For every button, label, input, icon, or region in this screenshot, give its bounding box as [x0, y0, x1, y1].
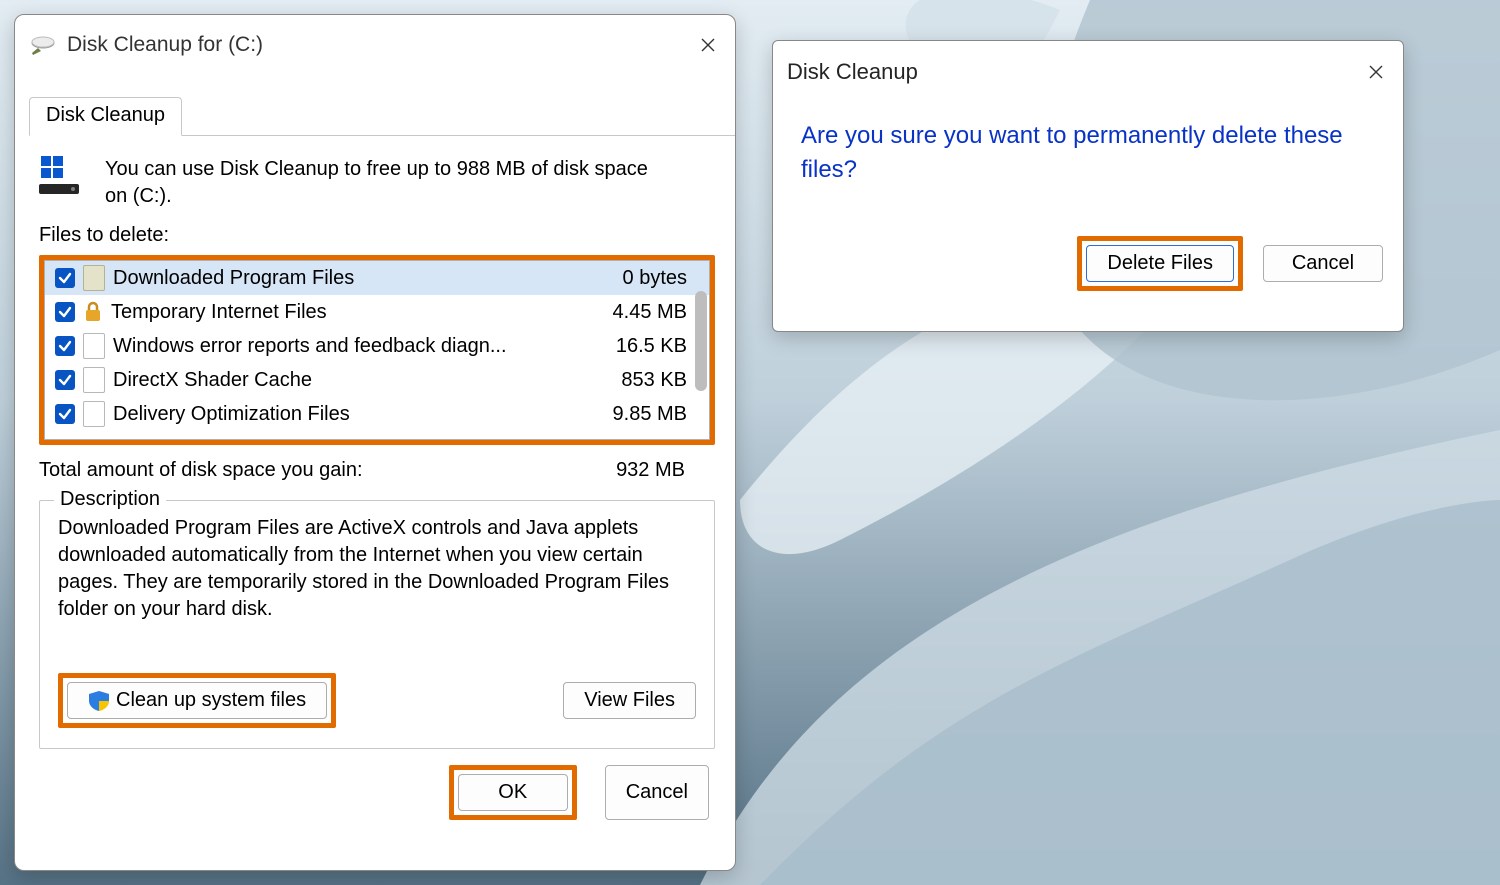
- disk-cleanup-window: Disk Cleanup for (C:) Disk Cleanup You c…: [14, 14, 736, 871]
- delete-files-highlight: Delete Files: [1077, 236, 1243, 291]
- confirm-title: Disk Cleanup: [787, 59, 1359, 85]
- description-legend: Description: [54, 488, 166, 511]
- file-icon: [83, 401, 105, 427]
- intro-row: You can use Disk Cleanup to free up to 9…: [39, 156, 715, 210]
- delete-files-button[interactable]: Delete Files: [1086, 245, 1234, 282]
- tabstrip: Disk Cleanup: [29, 97, 735, 136]
- files-to-delete-label: Files to delete:: [39, 224, 715, 247]
- close-icon[interactable]: [1359, 55, 1393, 89]
- file-size: 16.5 KB: [597, 335, 687, 358]
- total-label: Total amount of disk space you gain:: [39, 459, 363, 482]
- view-files-button[interactable]: View Files: [563, 682, 696, 719]
- file-list-highlight: Downloaded Program Files 0 bytes Temporary…: [39, 255, 715, 445]
- drive-icon: [39, 156, 85, 202]
- window-title: Disk Cleanup for (C:): [67, 33, 691, 57]
- file-icon: [83, 367, 105, 393]
- checkbox[interactable]: [55, 268, 75, 288]
- ok-button[interactable]: OK: [458, 774, 568, 811]
- file-row[interactable]: Windows error reports and feedback diagn…: [45, 329, 709, 363]
- file-size: 0 bytes: [597, 267, 687, 290]
- file-list[interactable]: Downloaded Program Files 0 bytes Temporary…: [44, 260, 710, 440]
- checkbox[interactable]: [55, 302, 75, 322]
- confirm-cancel-button[interactable]: Cancel: [1263, 245, 1383, 282]
- total-row: Total amount of disk space you gain: 932…: [39, 459, 715, 482]
- total-value: 932 MB: [616, 459, 685, 482]
- clean-system-files-button[interactable]: Clean up system files: [67, 682, 327, 719]
- file-name: Delivery Optimization Files: [113, 403, 589, 426]
- clean-system-files-label: Clean up system files: [116, 689, 306, 712]
- file-name: Windows error reports and feedback diagn…: [113, 335, 589, 358]
- confirm-question: Are you sure you want to permanently del…: [773, 97, 1403, 186]
- disk-icon: [29, 35, 57, 55]
- file-size: 4.45 MB: [597, 301, 687, 324]
- clean-system-highlight: Clean up system files: [58, 673, 336, 728]
- close-icon[interactable]: [691, 28, 725, 62]
- file-icon: [83, 333, 105, 359]
- file-name: Temporary Internet Files: [111, 301, 589, 324]
- description-group: Description Downloaded Program Files are…: [39, 500, 715, 749]
- checkbox[interactable]: [55, 404, 75, 424]
- file-name: DirectX Shader Cache: [113, 369, 589, 392]
- cancel-button[interactable]: Cancel: [605, 765, 709, 820]
- file-row[interactable]: DirectX Shader Cache 853 KB: [45, 363, 709, 397]
- checkbox[interactable]: [55, 336, 75, 356]
- file-row[interactable]: Temporary Internet Files 4.45 MB: [45, 295, 709, 329]
- intro-text: You can use Disk Cleanup to free up to 9…: [105, 156, 675, 210]
- checkbox[interactable]: [55, 370, 75, 390]
- lock-icon: [83, 300, 103, 324]
- file-size: 853 KB: [597, 369, 687, 392]
- description-text: Downloaded Program Files are ActiveX con…: [58, 515, 696, 623]
- ok-highlight: OK: [449, 765, 577, 820]
- folder-icon: [83, 265, 105, 291]
- titlebar: Disk Cleanup for (C:): [15, 15, 735, 69]
- file-row[interactable]: Delivery Optimization Files 9.85 MB: [45, 397, 709, 431]
- file-row[interactable]: Downloaded Program Files 0 bytes: [45, 261, 709, 295]
- scrollbar[interactable]: [695, 291, 707, 391]
- file-name: Downloaded Program Files: [113, 267, 589, 290]
- file-size: 9.85 MB: [597, 403, 687, 426]
- confirm-dialog: Disk Cleanup Are you sure you want to pe…: [772, 40, 1404, 332]
- shield-icon: [88, 690, 110, 712]
- tab-disk-cleanup[interactable]: Disk Cleanup: [29, 97, 182, 136]
